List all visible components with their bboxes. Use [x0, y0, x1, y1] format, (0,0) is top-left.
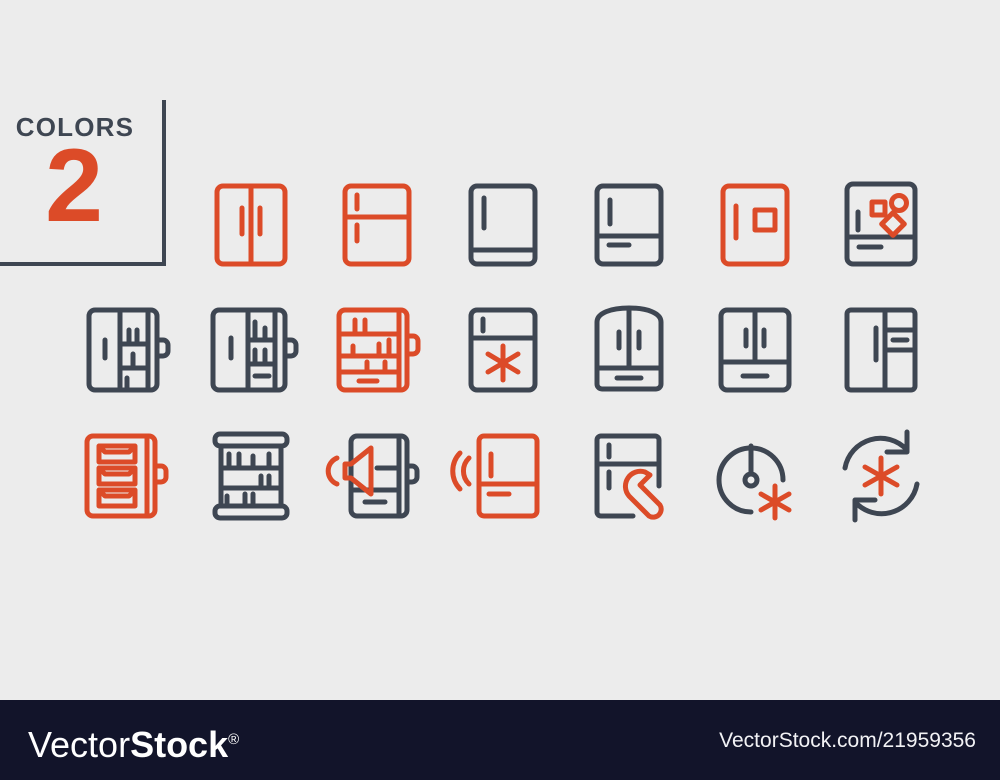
fridge-top-freezer-icon — [342, 183, 412, 267]
logo-word-bold: Stock — [130, 724, 229, 765]
icon-freezer-drawers[interactable] — [63, 414, 187, 538]
vectorstock-logo: VectorStock® — [28, 722, 239, 763]
colors-badge: COLORS 2 — [0, 100, 166, 266]
fridge-double-door-icon — [214, 183, 288, 267]
icon-fridge-double-door[interactable] — [189, 162, 313, 286]
colors-badge-number: 2 — [45, 128, 103, 244]
fridge-open-full-icon — [210, 307, 299, 393]
icon-freezing-refresh[interactable] — [819, 414, 943, 538]
icon-fridge-french-door[interactable] — [693, 288, 817, 412]
icon-sheet-canvas: COLORS 2 VectorStock® VectorStock.com/21… — [0, 0, 1000, 780]
fridge-bottom-freezer-icon — [594, 183, 664, 267]
fridge-repair-wrench-icon — [594, 433, 664, 520]
fridge-smart-signal-icon — [450, 433, 540, 519]
icon-fridge-magnets[interactable] — [819, 162, 943, 286]
fridge-rounded-top-icon — [594, 305, 664, 392]
freezing-refresh-icon — [842, 429, 920, 523]
logo-word-thin: Vector — [28, 724, 131, 765]
icon-fridge-smart-signal[interactable] — [441, 414, 565, 538]
footer-url: VectorStock.com/21959356 — [719, 729, 976, 752]
icon-fridge-single-door[interactable] — [441, 162, 565, 286]
display-cooler-icon — [212, 431, 290, 521]
icon-fridge-open-full[interactable] — [189, 288, 313, 412]
icon-fridge-open-shelves[interactable] — [63, 288, 187, 412]
icon-fridge-top-freezer[interactable] — [315, 162, 439, 286]
icon-fridge-alarm-speaker[interactable] — [315, 414, 439, 538]
freezing-timer-icon — [716, 443, 792, 521]
fridge-freezing-icon — [468, 307, 538, 393]
fridge-side-by-side-icon — [844, 307, 918, 393]
fridge-french-door-icon — [718, 307, 792, 393]
icon-fridge-display-panel[interactable] — [693, 162, 817, 286]
fridge-magnets-icon — [844, 181, 918, 267]
freezer-drawers-icon — [84, 433, 169, 519]
fridge-open-shelves-icon — [86, 307, 171, 393]
icon-fridge-bottom-freezer[interactable] — [567, 162, 691, 286]
fridge-alarm-speaker-icon — [325, 433, 420, 519]
footer-bar: VectorStock® VectorStock.com/21959356 — [0, 700, 1000, 780]
fridge-display-panel-icon — [720, 183, 790, 267]
registered-mark: ® — [228, 731, 240, 748]
icon-fridge-open-stocked[interactable] — [315, 288, 439, 412]
icon-fridge-rounded-top[interactable] — [567, 288, 691, 412]
fridge-open-stocked-icon — [336, 307, 421, 393]
icon-display-cooler[interactable] — [189, 414, 313, 538]
icon-fridge-freezing[interactable] — [441, 288, 565, 412]
fridge-single-door-icon — [468, 183, 538, 267]
icon-fridge-repair-wrench[interactable] — [567, 414, 691, 538]
icon-freezing-timer[interactable] — [693, 414, 817, 538]
icon-fridge-side-by-side[interactable] — [819, 288, 943, 412]
